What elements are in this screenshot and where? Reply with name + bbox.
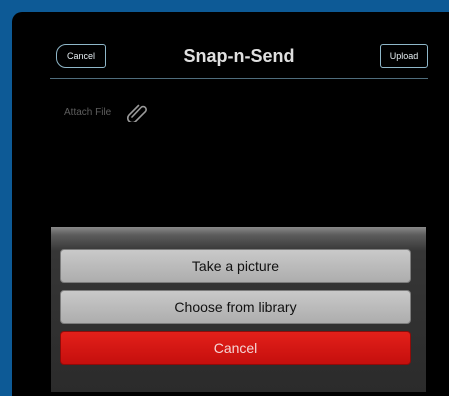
page-title: Snap-n-Send xyxy=(183,46,295,66)
navigation-bar: Cancel Snap-n-Send Upload xyxy=(50,40,428,80)
paperclip-icon[interactable] xyxy=(127,102,149,122)
sheet-cancel-button[interactable]: Cancel xyxy=(60,331,411,365)
upload-button[interactable]: Upload xyxy=(380,44,428,68)
app-screen: Cancel Snap-n-Send Upload Attach File Ta… xyxy=(12,12,449,396)
choose-from-library-button[interactable]: Choose from library xyxy=(60,290,411,324)
header-divider xyxy=(50,78,428,79)
take-picture-button[interactable]: Take a picture xyxy=(60,249,411,283)
action-sheet: Take a picture Choose from library Cance… xyxy=(51,227,426,392)
attach-file-label: Attach File xyxy=(64,106,112,118)
attach-file-row[interactable]: Attach File xyxy=(64,102,149,122)
